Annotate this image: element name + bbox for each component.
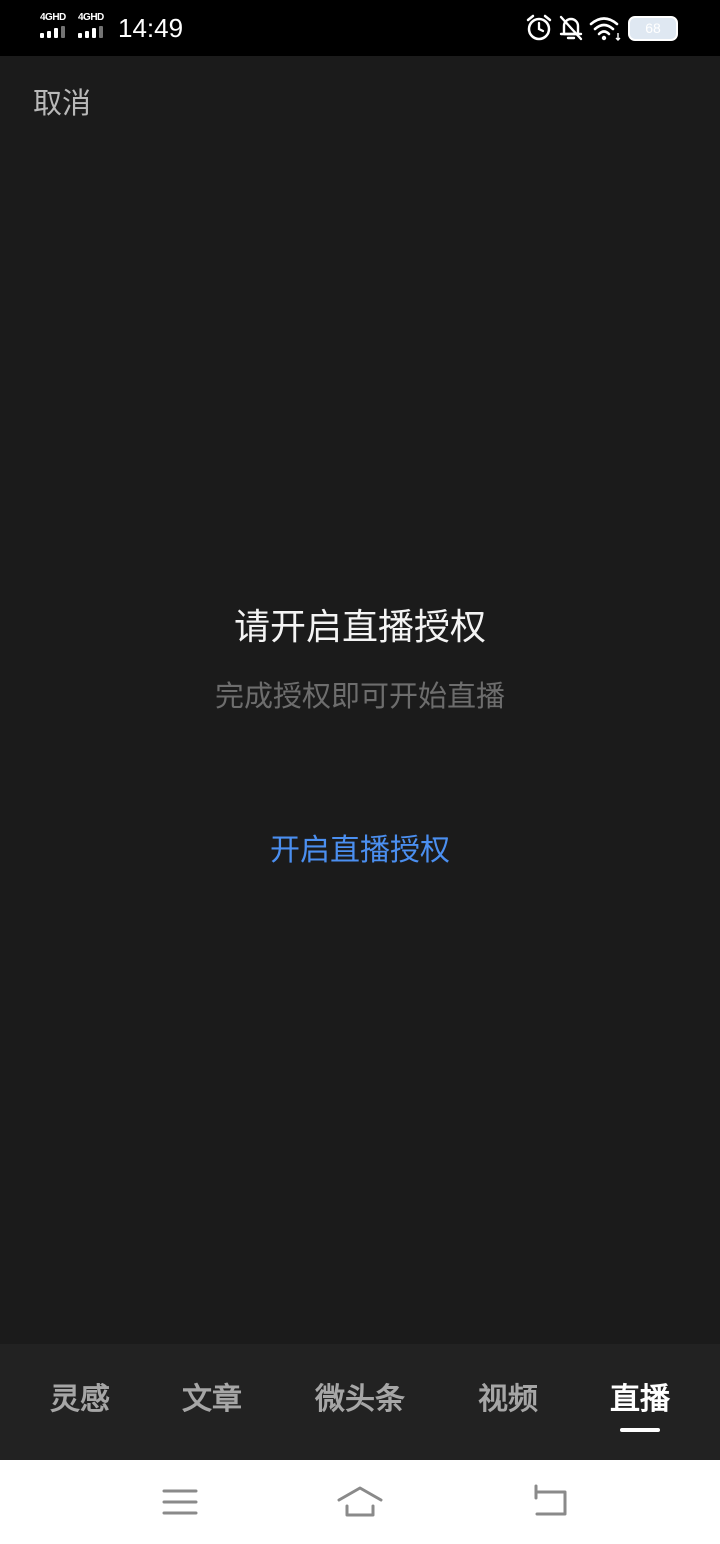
battery-level: 68: [645, 20, 661, 36]
mute-bell-icon: [559, 15, 583, 41]
cell-signal-1: 4GHD: [40, 12, 74, 42]
network-type-label: 4GHD: [40, 12, 66, 23]
system-nav-bar: [0, 1460, 720, 1544]
status-bar: 4GHD 4GHD 14:49 68: [0, 0, 720, 56]
tab-article[interactable]: 文章: [137, 1374, 287, 1418]
clock: 14:49: [118, 13, 184, 43]
home-icon[interactable]: [335, 1482, 385, 1522]
wifi-icon: [589, 17, 621, 41]
signal-bars-icon: [78, 26, 108, 38]
active-tab-indicator: [620, 1428, 660, 1432]
cancel-button[interactable]: 取消: [33, 80, 91, 122]
alarm-icon: [526, 14, 552, 41]
screen: 4GHD 4GHD 14:49 68 取消 请开启直播授权 完成授权即可开始直播…: [0, 0, 720, 1544]
page-title: 请开启直播授权: [233, 607, 486, 648]
back-icon[interactable]: [527, 1482, 571, 1522]
page-subtitle: 完成授权即可开始直播: [214, 679, 505, 713]
battery-icon: 68: [628, 16, 678, 41]
bottom-tab-bar: 灵感 文章 微头条 视频 直播: [0, 1344, 720, 1460]
cell-signal-2: 4GHD: [78, 12, 112, 42]
tab-inspiration[interactable]: 灵感: [5, 1374, 155, 1418]
tab-video[interactable]: 视频: [433, 1374, 583, 1418]
tab-micro-headline[interactable]: 微头条: [285, 1374, 435, 1418]
menu-icon[interactable]: [158, 1482, 202, 1522]
network-type-label: 4GHD: [78, 12, 104, 23]
tab-live[interactable]: 直播: [565, 1374, 715, 1418]
enable-live-auth-button[interactable]: 开启直播授权: [0, 825, 720, 869]
signal-bars-icon: [40, 26, 70, 38]
